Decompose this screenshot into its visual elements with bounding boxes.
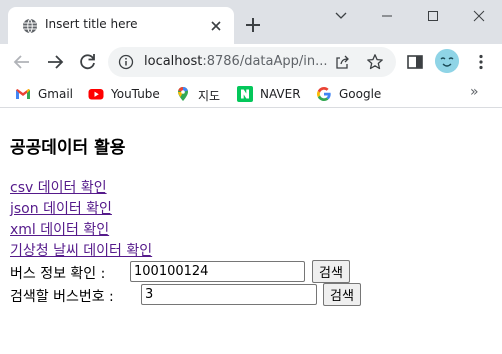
google-icon (317, 87, 331, 101)
youtube-icon (88, 89, 104, 100)
url-path: :8786/dataApp/in... (202, 54, 328, 69)
bus-number-input[interactable] (141, 284, 317, 305)
bus-info-search-button[interactable]: 검색 (312, 260, 350, 283)
minimize-icon (382, 15, 392, 17)
weather-data-link[interactable]: 기상청 날씨 데이터 확인 (10, 240, 152, 260)
bookmark-label: NAVER (260, 87, 301, 101)
bookmark-gmail[interactable]: Gmail (15, 84, 75, 104)
close-window-button[interactable] (456, 0, 502, 32)
share-icon[interactable] (334, 54, 350, 70)
maximize-icon (428, 11, 438, 21)
new-tab-icon[interactable] (244, 16, 262, 34)
bookmarks-bar: Gmail YouTube 지도 NAVER Google (0, 80, 502, 108)
page-title: 공공데이터 활용 (10, 138, 126, 158)
maps-icon (178, 87, 188, 101)
bus-number-form: 검색할 버스번호 : 검색 (10, 283, 380, 306)
bookmark-google[interactable]: Google (316, 84, 384, 104)
bookmark-label: Google (339, 87, 382, 101)
browser-toolbar: localhost:8786/dataApp/in... (0, 44, 502, 80)
reload-icon[interactable] (78, 52, 98, 72)
globe-icon (23, 18, 37, 34)
url-host: localhost (144, 54, 203, 69)
back-arrow-icon[interactable] (12, 52, 32, 72)
gmail-icon (16, 89, 30, 99)
json-data-link[interactable]: json 데이터 확인 (10, 198, 112, 218)
forward-arrow-icon[interactable] (45, 52, 65, 72)
bookmark-youtube[interactable]: YouTube (88, 84, 162, 104)
naver-icon (237, 86, 253, 102)
chevron-down-icon (335, 12, 347, 19)
page-content: 공공데이터 활용 csv 데이터 확인 json 데이터 확인 xml 데이터 … (0, 109, 502, 354)
address-bar[interactable]: localhost:8786/dataApp/in... (108, 47, 396, 77)
more-vert-icon[interactable] (471, 52, 491, 72)
star-icon[interactable] (366, 53, 384, 71)
csv-data-link[interactable]: csv 데이터 확인 (10, 177, 107, 197)
url-text[interactable]: localhost:8786/dataApp/in... (144, 54, 328, 69)
bus-info-label: 버스 정보 확인 : (10, 266, 106, 282)
bookmark-label: 지도 (198, 89, 221, 103)
avatar[interactable] (435, 49, 459, 73)
bus-info-input[interactable] (130, 261, 305, 282)
bus-number-label: 검색할 버스번호 : (10, 289, 114, 305)
bus-number-search-button[interactable]: 검색 (323, 283, 361, 306)
minimize-button[interactable] (364, 0, 410, 32)
bookmark-naver[interactable]: NAVER (237, 84, 305, 104)
bookmark-label: YouTube (111, 87, 160, 101)
xml-data-link[interactable]: xml 데이터 확인 (10, 219, 109, 239)
more-bookmarks-icon[interactable]: » (470, 84, 486, 102)
side-panel-icon[interactable] (405, 52, 425, 72)
info-icon[interactable] (118, 54, 134, 70)
tab-strip: Insert title here (0, 0, 502, 44)
browser-tab[interactable]: Insert title here (8, 7, 234, 44)
close-icon (473, 10, 485, 22)
maximize-button[interactable] (410, 0, 456, 32)
bookmark-maps[interactable]: 지도 (175, 84, 227, 104)
avatar-face-icon (435, 49, 459, 73)
bus-info-form: 버스 정보 확인 : 검색 (10, 260, 370, 283)
close-tab-icon[interactable] (207, 17, 225, 35)
tab-search-button[interactable] (318, 0, 364, 32)
bookmark-label: Gmail (38, 87, 74, 101)
tab-title: Insert title here (45, 17, 138, 31)
